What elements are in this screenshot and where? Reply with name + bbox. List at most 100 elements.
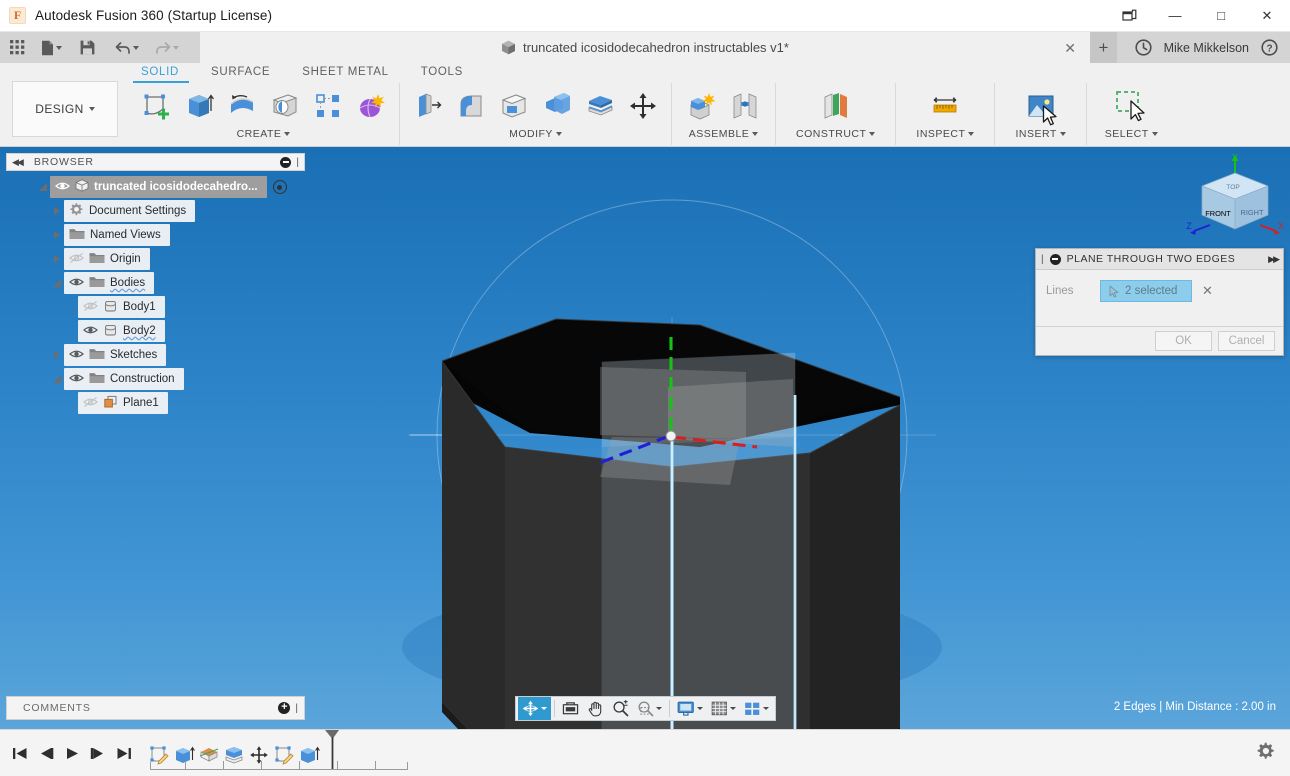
minimize-panel-icon[interactable] (280, 157, 291, 168)
go-to-end-icon[interactable] (112, 740, 136, 766)
tree-row-body1[interactable]: Body1 (6, 295, 305, 319)
tab-close-icon[interactable]: ✕ (1064, 41, 1076, 55)
clear-selection-icon[interactable]: ✕ (1202, 280, 1213, 302)
tab-tools[interactable]: TOOLS (405, 63, 479, 82)
panel-resize-grip[interactable]: | (295, 703, 298, 714)
form-icon[interactable] (351, 85, 391, 127)
chevron-down-icon[interactable] (697, 707, 703, 710)
tab-sheet-metal[interactable]: SHEET METAL (286, 63, 405, 82)
new-component-icon[interactable] (682, 85, 722, 127)
zoom-icon[interactable] (608, 697, 633, 720)
step-back-icon[interactable] (34, 740, 58, 766)
visibility-eye-icon[interactable] (69, 348, 84, 362)
measure-icon[interactable] (925, 85, 965, 127)
tree-row-body2[interactable]: Body2 (6, 319, 305, 343)
save-icon[interactable] (75, 32, 100, 63)
lines-selection-button[interactable]: 2 selected (1100, 280, 1192, 302)
chevron-down-icon[interactable] (968, 132, 974, 136)
tree-row-origin[interactable]: Origin (6, 247, 305, 271)
tree-item-plane1[interactable]: Plane1 (78, 392, 168, 414)
dialog-collapse-icon[interactable] (1050, 254, 1061, 265)
tree-item-construction[interactable]: Construction (64, 368, 184, 390)
add-comment-icon[interactable]: + (278, 702, 290, 714)
move-copy-icon[interactable] (623, 85, 663, 127)
dialog-drag-grip[interactable]: | (1041, 254, 1044, 265)
joint-icon[interactable] (725, 85, 765, 127)
tab-surface[interactable]: SURFACE (195, 63, 286, 82)
ok-button[interactable]: OK (1155, 331, 1212, 351)
tree-item-named-views[interactable]: Named Views (64, 224, 170, 246)
twisty-collapsed[interactable] (50, 351, 64, 359)
account-name[interactable]: Mike Mikkelson (1152, 41, 1261, 55)
maximize-button[interactable]: □ (1198, 0, 1244, 32)
play-icon[interactable] (60, 740, 84, 766)
tab-solid[interactable]: SOLID (125, 63, 195, 82)
window-selection-icon[interactable] (1111, 85, 1151, 127)
undo-icon[interactable] (110, 32, 144, 63)
combine-icon[interactable] (537, 85, 577, 127)
timeline-settings-icon[interactable] (1256, 741, 1276, 766)
shell-icon[interactable] (494, 85, 534, 127)
chevron-down-icon[interactable] (1152, 132, 1158, 136)
chevron-down-icon[interactable] (284, 132, 290, 136)
display-settings-icon[interactable] (673, 697, 707, 720)
visibility-eye-icon[interactable] (69, 276, 84, 290)
orbit-icon[interactable] (518, 697, 551, 720)
offset-plane-icon[interactable] (816, 85, 856, 127)
twisty-collapsed[interactable] (50, 231, 64, 239)
visibility-eye-hidden-icon[interactable] (69, 252, 84, 266)
redo-icon[interactable] (150, 32, 184, 63)
step-forward-icon[interactable] (86, 740, 110, 766)
look-at-icon[interactable] (558, 697, 583, 720)
chevron-down-icon[interactable] (869, 132, 875, 136)
tree-row-sketches[interactable]: Sketches (6, 343, 305, 367)
pan-icon[interactable] (583, 697, 608, 720)
insert-image-icon[interactable] (1021, 85, 1061, 127)
twisty-expanded[interactable] (36, 183, 50, 191)
timeline-rail[interactable] (150, 762, 408, 770)
rectangular-pattern-icon[interactable] (308, 85, 348, 127)
activate-component-icon[interactable] (273, 180, 287, 194)
press-pull-icon[interactable] (408, 85, 448, 127)
restore-down-icon[interactable] (1106, 0, 1152, 32)
twisty-collapsed[interactable] (50, 255, 64, 263)
viewports-icon[interactable] (740, 697, 773, 720)
create-sketch-icon[interactable] (136, 85, 176, 127)
chevron-down-icon[interactable] (556, 132, 562, 136)
split-face-icon[interactable] (580, 85, 620, 127)
app-grid-icon[interactable] (0, 32, 30, 63)
chevron-down-icon[interactable] (1060, 132, 1066, 136)
go-to-beginning-icon[interactable] (8, 740, 32, 766)
tree-item-sketches[interactable]: Sketches (64, 344, 166, 366)
tree-row-plane1[interactable]: Plane1 (6, 391, 305, 415)
help-icon[interactable]: ? (1261, 39, 1278, 56)
new-tab-button[interactable]: + (1090, 32, 1117, 63)
tree-row-document-settings[interactable]: Document Settings (6, 199, 305, 223)
dialog-header[interactable]: | PLANE THROUGH TWO EDGES ▶▶ (1036, 249, 1283, 270)
hole-icon[interactable] (265, 85, 305, 127)
revolve-icon[interactable] (222, 85, 262, 127)
comments-panel[interactable]: COMMENTS + | (6, 696, 305, 720)
fillet-icon[interactable] (451, 85, 491, 127)
visibility-eye-icon[interactable] (69, 372, 84, 386)
chevron-down-icon[interactable] (541, 707, 547, 710)
twisty-expanded[interactable] (50, 375, 64, 383)
cancel-button[interactable]: Cancel (1218, 331, 1275, 351)
tree-row-named-views[interactable]: Named Views (6, 223, 305, 247)
chevron-down-icon[interactable] (656, 707, 662, 710)
close-button[interactable]: ✕ (1244, 0, 1290, 32)
workspace-selector[interactable]: DESIGN (12, 81, 118, 137)
chevron-down-icon[interactable] (730, 707, 736, 710)
tree-row-component[interactable]: truncated icosidodecahedro... (6, 175, 305, 199)
recent-documents-icon[interactable] (1135, 39, 1152, 56)
new-file-icon[interactable] (36, 32, 67, 63)
tree-row-bodies[interactable]: Bodies (6, 271, 305, 295)
tree-item-body2[interactable]: Body2 (78, 320, 165, 342)
minimize-button[interactable]: — (1152, 0, 1198, 32)
tree-item-bodies[interactable]: Bodies (64, 272, 154, 294)
zoom-window-icon[interactable] (633, 697, 666, 720)
visibility-eye-hidden-icon[interactable] (83, 300, 98, 314)
dialog-expand-icon[interactable]: ▶▶ (1268, 254, 1278, 265)
twisty-expanded[interactable] (50, 279, 64, 287)
tree-item-document-settings[interactable]: Document Settings (64, 200, 195, 222)
